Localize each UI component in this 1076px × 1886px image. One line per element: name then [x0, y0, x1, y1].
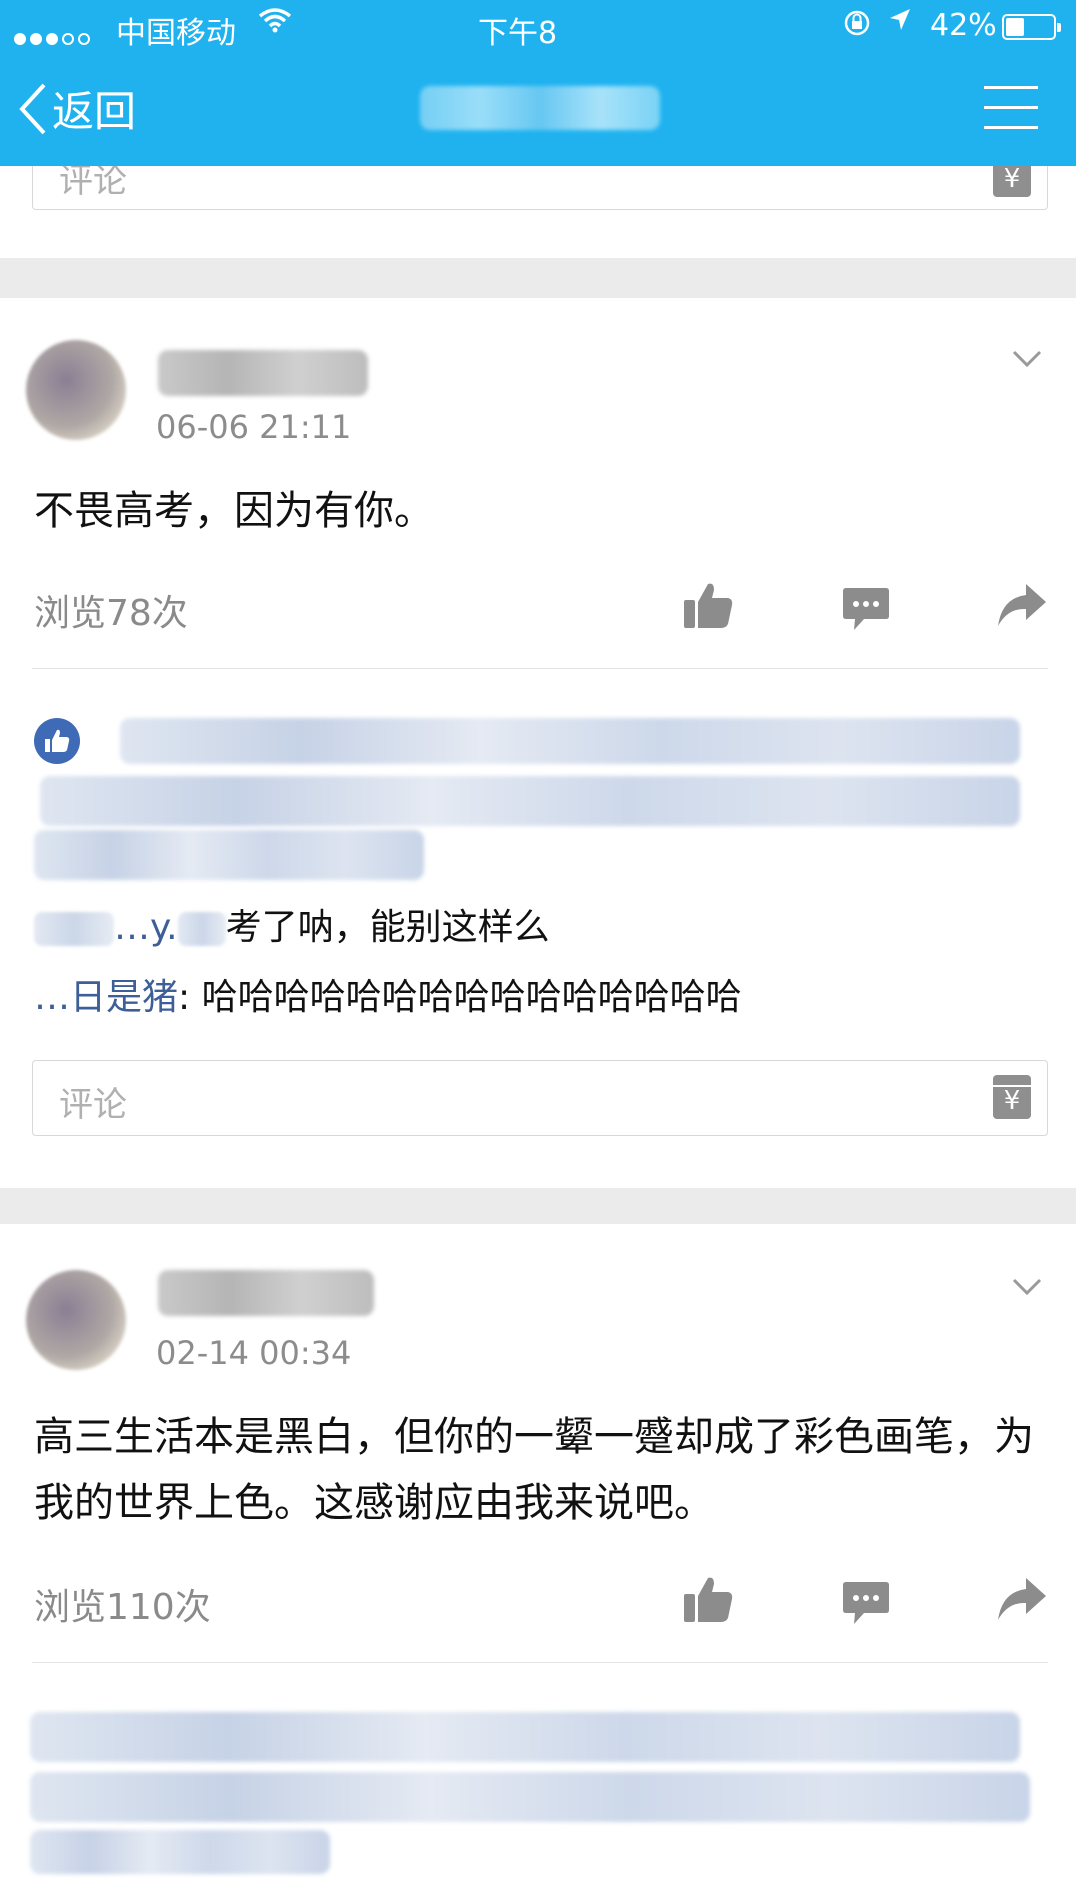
menu-icon[interactable]: [984, 86, 1038, 132]
avatar[interactable]: [26, 340, 126, 440]
comment-input[interactable]: 评论 ¥: [32, 1060, 1048, 1136]
reply-author[interactable]: [34, 912, 114, 946]
section-divider: [0, 1188, 1076, 1224]
chevron-down-icon[interactable]: [1012, 1278, 1042, 1296]
reply-author[interactable]: …y.: [114, 907, 178, 948]
status-bar: 中国移动 下午8 42%: [0, 0, 1076, 56]
clock: 下午8: [478, 16, 558, 51]
comment-placeholder: 评论: [59, 1085, 127, 1125]
post-text: 不畏高考，因为有你。: [34, 488, 434, 534]
battery-icon: [1002, 14, 1061, 40]
thumbs-up-icon[interactable]: [682, 1574, 734, 1624]
post-timestamp: 06-06 21:11: [156, 408, 352, 446]
comment-icon[interactable]: [842, 586, 890, 632]
separator: [32, 1662, 1048, 1663]
share-icon[interactable]: [996, 582, 1048, 628]
author-name[interactable]: [158, 1270, 374, 1316]
wifi-icon: [258, 6, 292, 41]
post-timestamp: 02-14 00:34: [156, 1334, 352, 1372]
liked-users-list[interactable]: [30, 1830, 330, 1874]
location-arrow-icon: [886, 6, 914, 41]
gift-icon[interactable]: ¥: [993, 1075, 1031, 1119]
reply-item: …日是猪: 哈哈哈哈哈哈哈哈哈哈哈哈哈哈哈: [34, 968, 742, 1020]
view-count: 浏览78次: [34, 593, 188, 634]
like-badge-icon: [34, 718, 80, 764]
chevron-down-icon[interactable]: [1012, 350, 1042, 368]
signal-icon: [14, 18, 94, 53]
page-title: [420, 86, 660, 130]
battery-percent: 42%: [930, 8, 997, 43]
share-icon[interactable]: [996, 1576, 1048, 1622]
separator: [32, 668, 1048, 669]
avatar[interactable]: [26, 1270, 126, 1370]
carrier-label: 中国移动: [116, 16, 236, 51]
liked-users-list[interactable]: [30, 1712, 1020, 1762]
reply-text: 考了呐，能别这样么: [225, 907, 550, 948]
chevron-left-icon: [19, 83, 46, 134]
reply-author[interactable]: …日是猪: [34, 977, 178, 1018]
back-label: 返回: [52, 87, 137, 136]
liked-users-list[interactable]: [40, 776, 1020, 826]
rotation-lock-icon: [842, 8, 872, 45]
back-button[interactable]: 返回: [18, 78, 136, 139]
post-text: 高三生活本是黑白，但你的一颦一蹙却成了彩色画笔，为我的世界上色。这感谢应由我来说…: [34, 1414, 1034, 1526]
liked-users-list[interactable]: [34, 830, 424, 880]
reply-text: : 哈哈哈哈哈哈哈哈哈哈哈哈哈哈哈: [178, 977, 742, 1018]
top-bar: 中国移动 下午8 42% 返回: [0, 0, 1076, 166]
thumbs-up-icon[interactable]: [682, 580, 734, 630]
section-divider: [0, 258, 1076, 298]
liked-users-list[interactable]: [30, 1772, 1030, 1822]
view-count: 浏览110次: [34, 1587, 211, 1628]
comment-icon[interactable]: [842, 1580, 890, 1626]
liked-users-list[interactable]: [120, 718, 1020, 764]
reply-item: …y. 考了呐，能别这样么: [34, 898, 550, 950]
author-name[interactable]: [158, 350, 368, 396]
